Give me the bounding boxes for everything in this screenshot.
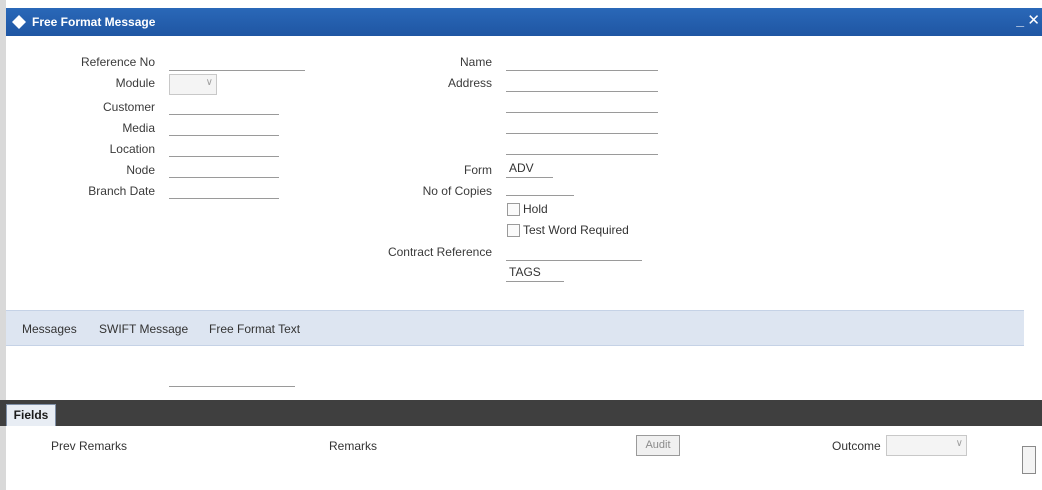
message-text-field[interactable] [169,386,295,387]
location-field[interactable] [169,156,279,157]
window-title: Free Format Message [32,15,156,29]
minimize-button[interactable]: _ [1016,12,1024,28]
media-field[interactable] [169,135,279,136]
media-label: Media [122,121,155,135]
branch-date-label: Branch Date [88,184,155,198]
footer [6,426,1036,484]
node-field[interactable] [169,177,279,178]
contract-reference-field[interactable] [506,260,642,261]
tab-swift-message[interactable]: SWIFT Message [99,322,188,336]
customer-label: Customer [102,100,155,114]
address-line-3[interactable] [506,133,658,134]
tab-free-format-text[interactable]: Free Format Text [209,322,300,336]
prev-remarks-link[interactable]: Prev Remarks [51,439,127,453]
diamond-icon [12,15,26,29]
module-label: Module [115,76,155,90]
tab-fields[interactable]: Fields [6,404,56,428]
name-label: Name [459,55,492,69]
scrollbar-thumb[interactable] [1022,446,1036,474]
fields-bar [0,400,1042,426]
test-word-required-checkbox[interactable] [507,224,520,237]
address-label: Address [447,76,492,90]
tags-value: TAGS [509,265,541,279]
audit-button[interactable]: Audit [636,435,680,456]
chevron-down-icon: ∨ [205,77,213,88]
title-bar[interactable]: Free Format Message _ ✕ [6,8,1042,36]
outcome-select[interactable]: ∨ [886,435,967,456]
message-tabs: Messages SWIFT Message Free Format Text [6,310,1024,346]
name-field[interactable] [506,70,658,71]
form-value: ADV [509,161,534,175]
hold-label: Hold [523,202,548,216]
outcome-label: Outcome [832,439,881,453]
chevron-down-icon: ∨ [955,438,963,449]
address-line-1[interactable] [506,91,658,92]
module-select[interactable]: ∨ [169,74,217,95]
test-word-required-label: Test Word Required [523,223,629,237]
no-of-copies-field[interactable] [506,195,574,196]
reference-no-label: Reference No [80,55,155,69]
form-field[interactable] [506,177,553,178]
location-label: Location [109,142,155,156]
close-button[interactable]: ✕ [1027,11,1040,29]
form-label: Form [464,163,492,177]
node-label: Node [126,163,155,177]
remarks-link[interactable]: Remarks [329,439,377,453]
address-line-2[interactable] [506,112,658,113]
reference-no-field[interactable] [169,70,305,71]
customer-field[interactable] [169,114,279,115]
tab-messages[interactable]: Messages [22,322,77,336]
branch-date-field[interactable] [169,198,279,199]
contract-reference-label: Contract Reference [387,245,492,259]
address-line-4[interactable] [506,154,658,155]
tags-field[interactable] [506,281,564,282]
no-of-copies-label: No of Copies [422,184,492,198]
hold-checkbox[interactable] [507,203,520,216]
